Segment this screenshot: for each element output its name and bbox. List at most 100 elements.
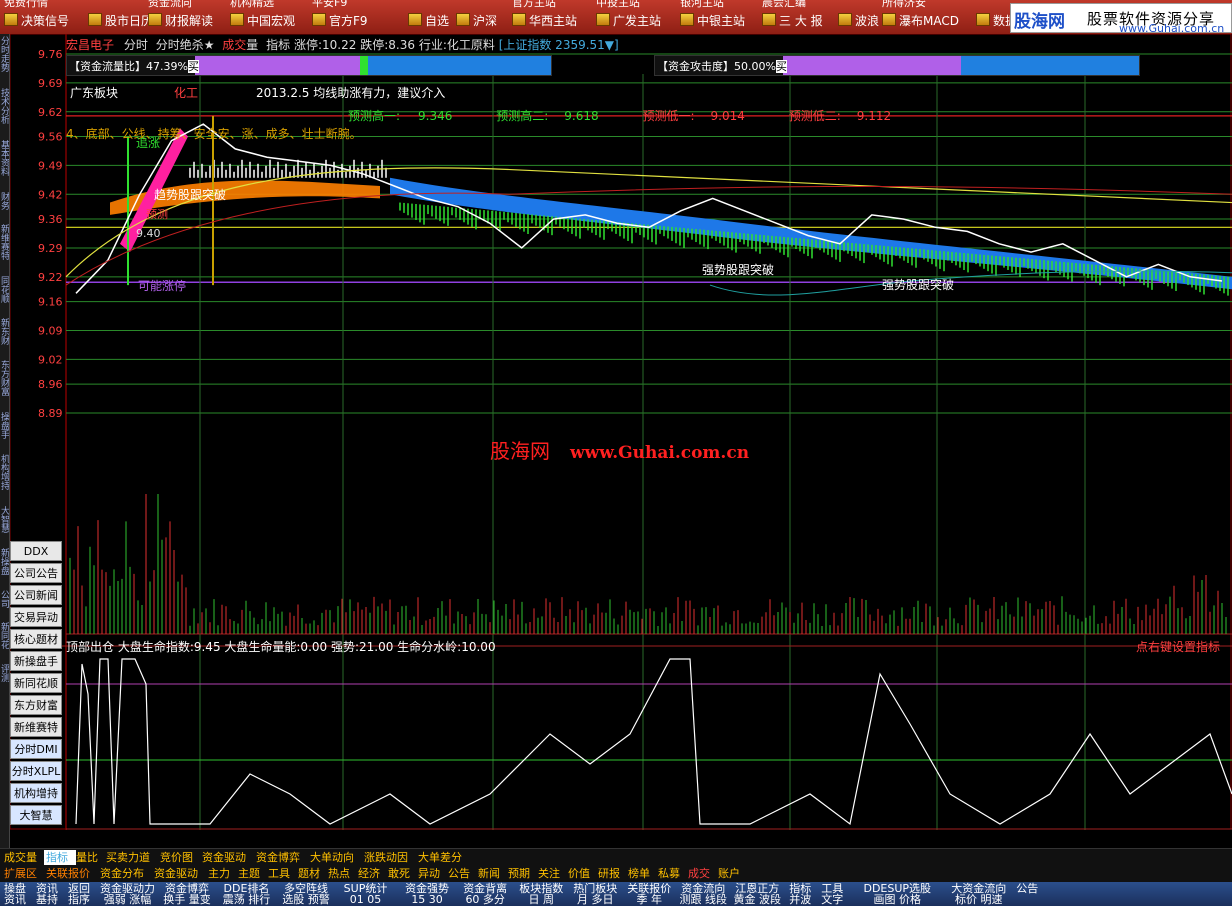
- tab-tabs2[interactable]: 账户: [716, 866, 748, 881]
- function-button[interactable]: 操盘 资讯: [0, 883, 30, 905]
- side-button[interactable]: 新操盘手: [10, 651, 62, 671]
- toolbar-item-top[interactable]: 官方主站: [512, 0, 556, 10]
- toolbar-item[interactable]: 三 大 报: [762, 12, 823, 29]
- leftbar-tab[interactable]: 公司: [0, 590, 9, 616]
- toolbar-item[interactable]: 中银主站: [680, 12, 745, 29]
- side-button[interactable]: 交易异动: [10, 607, 62, 627]
- side-button[interactable]: 分时DMI: [10, 739, 62, 759]
- function-button[interactable]: SUP统计 01 05: [334, 883, 397, 905]
- tab-tabs2[interactable]: 热点: [326, 866, 358, 881]
- toolbar-item[interactable]: 官方F9: [312, 12, 368, 29]
- toolbar-item-top[interactable]: 中投主站: [596, 0, 640, 10]
- tab-tabs2[interactable]: 新闻: [476, 866, 508, 881]
- tab-tabs2[interactable]: 研报: [596, 866, 628, 881]
- side-button[interactable]: 公司新闻: [10, 585, 62, 605]
- function-button[interactable]: 公告: [1012, 883, 1042, 894]
- toolbar-item-top[interactable]: 晨会汇编: [762, 0, 806, 10]
- leftbar-tab[interactable]: 新同花: [0, 622, 9, 658]
- toolbar-item[interactable]: 沪深: [456, 12, 497, 29]
- side-button[interactable]: 分时XLPL: [10, 761, 62, 781]
- tab-tabs2[interactable]: 主题: [236, 866, 268, 881]
- toolbar-item-top[interactable]: 银河主站: [680, 0, 724, 10]
- leftbar-tab[interactable]: 东方财富: [0, 360, 9, 406]
- tab-tabs2[interactable]: 资金分布: [98, 866, 154, 881]
- tab-tabs1[interactable]: 量比: [74, 850, 106, 865]
- leftbar-tab[interactable]: 分时走势: [0, 36, 9, 82]
- toolbar-item-top[interactable]: 平安F9: [312, 0, 347, 10]
- function-button[interactable]: 资金流向 测跟 线段: [677, 883, 729, 905]
- function-button[interactable]: 资讯 基持: [32, 883, 62, 905]
- side-button[interactable]: DDX: [10, 541, 62, 561]
- toolbar-item-top[interactable]: 所得济安: [882, 0, 926, 10]
- tab-tabs2[interactable]: 预期: [506, 866, 538, 881]
- toolbar-item-top[interactable]: 资金流向: [148, 0, 192, 10]
- tab-tabs1[interactable]: 成交量: [2, 850, 46, 865]
- tab-tabs1[interactable]: 资金博弈: [254, 850, 310, 865]
- tab-tabs2[interactable]: 资金驱动: [152, 866, 208, 881]
- intraday-chart[interactable]: 9.76 9.69 9.62 9.56 9.49 9.42 9.36 9.29 9.22 9.16…: [10, 34, 1232, 830]
- tab-tabs1[interactable]: 竞价图: [158, 850, 202, 865]
- tab-tabs2[interactable]: 私募: [656, 866, 688, 881]
- leftbar-tab[interactable]: 大智慧: [0, 506, 9, 542]
- leftbar-tab[interactable]: 新东财: [0, 318, 9, 354]
- right-click-hint[interactable]: 点右键设置指标: [1136, 638, 1220, 655]
- toolbar-item[interactable]: 自选: [408, 12, 449, 29]
- leftbar-tab[interactable]: 评测: [0, 664, 9, 690]
- function-button[interactable]: 板块指数日 周: [515, 883, 567, 905]
- tab-tabs2[interactable]: 扩展区: [2, 866, 46, 881]
- toolbar-item-top[interactable]: 机构精选: [230, 0, 274, 10]
- tab-tabs1[interactable]: 买卖力道: [104, 850, 160, 865]
- function-button[interactable]: 指标 并波: [785, 883, 815, 905]
- function-button[interactable]: 多空阵线 选股 预警: [280, 883, 332, 905]
- tab-tabs1[interactable]: 大单动向: [308, 850, 364, 865]
- tab-tabs2[interactable]: 关联报价: [44, 866, 100, 881]
- tab-tabs2[interactable]: 榜单: [626, 866, 658, 881]
- function-button[interactable]: 资金强势 15 30: [399, 883, 455, 905]
- toolbar-item[interactable]: 中国宏观: [230, 12, 295, 29]
- function-button[interactable]: 资金博弈 换手 量变: [161, 883, 213, 905]
- function-button[interactable]: 资金驱动力 强弱 涨幅: [96, 883, 159, 905]
- leftbar-tab[interactable]: 机构增持: [0, 454, 9, 500]
- tab-tabs2[interactable]: 公告: [446, 866, 478, 881]
- tab-tabs2[interactable]: 关注: [536, 866, 568, 881]
- tab-tabs2[interactable]: 成交: [686, 866, 718, 881]
- side-button[interactable]: 公司公告: [10, 563, 62, 583]
- tab-tabs2[interactable]: 异动: [416, 866, 448, 881]
- function-button[interactable]: 江恩正方 黄金 波段: [731, 883, 783, 905]
- toolbar-item[interactable]: 决策信号: [4, 12, 69, 29]
- function-button[interactable]: 关联报价季 年: [623, 883, 675, 905]
- toolbar-item-top[interactable]: 免费行情: [4, 0, 48, 10]
- function-button[interactable]: 热门板块月 多日: [569, 883, 621, 905]
- function-button[interactable]: 资金背离 60 多分: [457, 883, 513, 905]
- leftbar-tab[interactable]: 同花顺: [0, 276, 9, 312]
- function-button[interactable]: 返回 指序: [64, 883, 94, 905]
- side-button[interactable]: 新同花顺: [10, 673, 62, 693]
- tab-tabs1[interactable]: 指标: [44, 850, 76, 865]
- toolbar-item[interactable]: 财报解读: [148, 12, 213, 29]
- tab-tabs1[interactable]: 大单差分: [416, 850, 472, 865]
- tab-tabs1[interactable]: 资金驱动: [200, 850, 256, 865]
- leftbar-tab[interactable]: 新操盘: [0, 548, 9, 584]
- function-button[interactable]: 大资金流向 标价 明速: [947, 883, 1010, 905]
- leftbar-tab[interactable]: 财务: [0, 192, 9, 218]
- toolbar-item[interactable]: 广发主站: [596, 12, 661, 29]
- mode-label[interactable]: 分时: [124, 38, 148, 52]
- function-button[interactable]: 工具 文字: [817, 883, 847, 905]
- toolbar-item[interactable]: 华西主站: [512, 12, 577, 29]
- toolbar-item[interactable]: 波浪: [838, 12, 879, 29]
- function-button[interactable]: DDE排名 震荡 排行: [215, 883, 278, 905]
- leftbar-tab[interactable]: 技术分析: [0, 88, 9, 134]
- index-quote[interactable]: [上证指数 2359.51▼]: [499, 38, 619, 52]
- tab-tabs2[interactable]: 工具: [266, 866, 298, 881]
- side-button[interactable]: 东方财富: [10, 695, 62, 715]
- side-button[interactable]: 核心题材: [10, 629, 62, 649]
- leftbar-tab[interactable]: 基本资料: [0, 140, 9, 186]
- leftbar-tab[interactable]: 操盘手: [0, 412, 9, 448]
- toolbar-item[interactable]: 瀑布MACD: [882, 12, 959, 29]
- tab-tabs2[interactable]: 敢死: [386, 866, 418, 881]
- side-button[interactable]: 新维赛特: [10, 717, 62, 737]
- tab-tabs1[interactable]: 涨跌动因: [362, 850, 418, 865]
- side-button[interactable]: 机构增持: [10, 783, 62, 803]
- side-button[interactable]: 大智慧: [10, 805, 62, 825]
- toolbar-item[interactable]: 股市日历: [88, 12, 153, 29]
